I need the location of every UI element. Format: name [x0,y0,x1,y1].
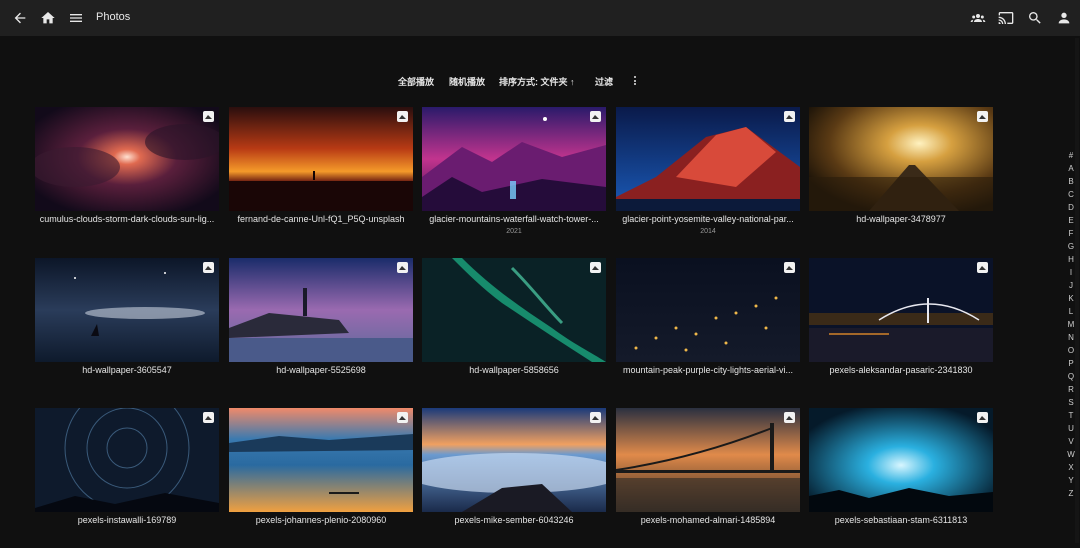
photo-card[interactable]: fernand-de-canne-Unl-fQ1_P5Q-unsplash [229,107,413,247]
photo-card[interactable]: pexels-aleksandar-pasaric-2341830 [809,258,993,398]
photo-thumbnail[interactable] [809,107,993,211]
search-icon[interactable] [1025,8,1045,28]
library-toolbar: 全部播放 随机播放 排序方式: 文件夹 ↑ 过滤 [0,75,1080,89]
photo-thumbnail[interactable] [809,408,993,512]
home-icon[interactable] [38,8,58,28]
photo-card[interactable]: cumulus-clouds-storm-dark-clouds-sun-lig… [35,107,219,247]
photo-thumbnail[interactable] [616,408,800,512]
photo-type-icon [977,262,988,273]
photo-card[interactable]: pexels-mike-sember-6043246 [422,408,606,548]
photo-type-icon [784,111,795,122]
photo-year: 2014 [700,228,716,235]
photo-title: pexels-sebastiaan-stam-6311813 [834,515,968,525]
sort-button[interactable]: 排序方式: 文件夹 ↑ [499,75,575,88]
photo-type-icon [977,412,988,423]
photo-type-icon [977,111,988,122]
photo-title: hd-wallpaper-5858656 [469,365,559,375]
photo-thumbnail[interactable] [422,258,606,362]
photo-thumbnail[interactable] [229,107,413,211]
photo-title: hd-wallpaper-3478977 [856,214,946,224]
photo-title: pexels-mohamed-almari-1485894 [640,515,776,525]
photo-title: mountain-peak-purple-city-lights-aerial-… [622,365,794,375]
photo-thumbnail[interactable] [35,107,219,211]
photo-card[interactable]: pexels-mohamed-almari-1485894 [616,408,800,548]
photo-type-icon [203,262,214,273]
play-all-button[interactable]: 全部播放 [398,75,434,88]
photo-thumbnail[interactable] [616,107,800,211]
scrollbar[interactable] [1075,38,1079,543]
photo-title: pexels-johannes-plenio-2080960 [255,515,387,525]
cast-icon[interactable] [996,8,1016,28]
photo-card[interactable]: hd-wallpaper-5858656 [422,258,606,398]
photo-card[interactable]: hd-wallpaper-3478977 [809,107,993,247]
photo-type-icon [397,262,408,273]
photo-title: pexels-aleksandar-pasaric-2341830 [829,365,973,375]
photo-year: 2021 [506,228,522,235]
photo-card[interactable]: hd-wallpaper-5525698 [229,258,413,398]
photo-thumbnail[interactable] [422,107,606,211]
photo-type-icon [397,412,408,423]
user-icon[interactable] [1054,8,1074,28]
photo-title: fernand-de-canne-Unl-fQ1_P5Q-unsplash [237,214,405,224]
photo-thumbnail[interactable] [422,408,606,512]
photo-thumbnail[interactable] [616,258,800,362]
photo-title: pexels-mike-sember-6043246 [454,515,574,525]
photo-title: glacier-point-yosemite-valley-national-p… [622,214,794,224]
photo-thumbnail[interactable] [35,258,219,362]
photo-type-icon [590,111,601,122]
photo-card[interactable]: pexels-johannes-plenio-2080960 [229,408,413,548]
photo-title: pexels-instawalli-169789 [77,515,177,525]
photo-type-icon [397,111,408,122]
photo-type-icon [784,412,795,423]
photo-title: glacier-mountains-waterfall-watch-tower-… [429,214,599,224]
photo-card[interactable]: glacier-point-yosemite-valley-national-p… [616,107,800,247]
filter-button[interactable]: 过滤 [595,75,613,88]
photo-type-icon [203,111,214,122]
photo-thumbnail[interactable] [809,258,993,362]
photo-thumbnail[interactable] [35,408,219,512]
shuffle-button[interactable]: 随机播放 [449,75,485,88]
photo-type-icon [203,412,214,423]
photo-card[interactable]: hd-wallpaper-3605547 [35,258,219,398]
photo-card[interactable]: pexels-instawalli-169789 [35,408,219,548]
more-options-icon[interactable] [632,75,638,87]
photo-card[interactable]: glacier-mountains-waterfall-watch-tower-… [422,107,606,247]
photo-title: hd-wallpaper-5525698 [276,365,366,375]
users-icon[interactable] [968,8,988,28]
menu-icon[interactable] [66,8,86,28]
photo-card[interactable]: pexels-sebastiaan-stam-6311813 [809,408,993,548]
photo-card[interactable]: mountain-peak-purple-city-lights-aerial-… [616,258,800,398]
photo-title: hd-wallpaper-3605547 [82,365,172,375]
page-title: Photos [96,11,131,23]
photo-type-icon [784,262,795,273]
back-arrow-icon[interactable] [10,8,30,28]
photo-title: cumulus-clouds-storm-dark-clouds-sun-lig… [39,214,215,224]
app-header: Photos [0,0,1080,36]
photo-thumbnail[interactable] [229,408,413,512]
photo-type-icon [590,412,601,423]
photo-thumbnail[interactable] [229,258,413,362]
photo-type-icon [590,262,601,273]
